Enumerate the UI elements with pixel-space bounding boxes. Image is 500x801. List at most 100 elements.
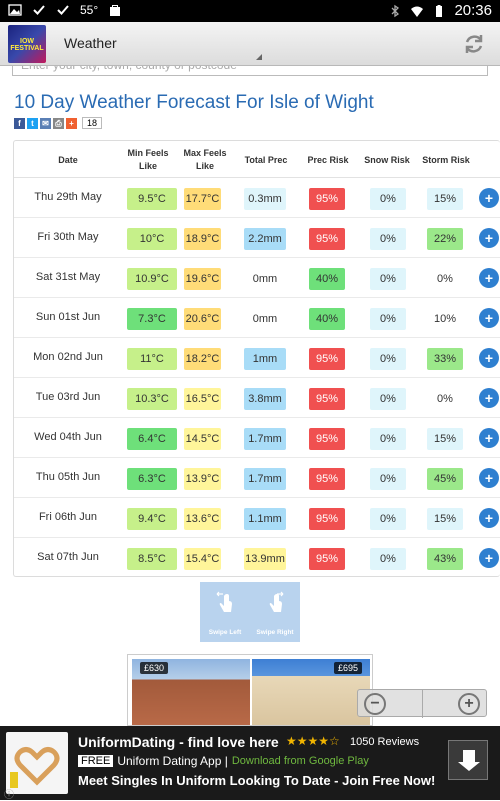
snow-risk: 0% — [370, 388, 406, 410]
add-share-icon[interactable]: + — [66, 117, 77, 129]
min-feels-like: 10.9°C — [127, 268, 177, 290]
expand-row-icon[interactable]: + — [479, 388, 499, 408]
review-count: 1050 Reviews — [350, 736, 420, 748]
swipe-right-hint: Swipe Right — [250, 582, 300, 642]
expand-row-icon[interactable]: + — [479, 348, 499, 368]
max-feels-like: 15.4°C — [184, 548, 221, 570]
table-row[interactable]: Wed 04th Jun 6.4°C 14.5°C 1.7mm 95% 0% 15% + — [14, 418, 500, 458]
prec-risk: 95% — [309, 548, 345, 570]
property-listings[interactable]: £630 £695 — [127, 654, 373, 726]
dropdown-indicator-icon[interactable] — [256, 54, 262, 60]
total-prec: 1.7mm — [244, 468, 286, 490]
snow-risk: 0% — [370, 348, 406, 370]
app-logo[interactable]: IOW FESTIVAL — [8, 25, 46, 63]
min-feels-like: 9.5°C — [127, 188, 177, 210]
ad-title[interactable]: UniformDating - find love here — [78, 734, 279, 750]
total-prec: 1.7mm — [244, 428, 286, 450]
swipe-left-label: Swipe Left — [208, 629, 242, 636]
total-prec: 1.1mm — [244, 508, 286, 530]
app-logo-text: IOW FESTIVAL — [10, 38, 44, 52]
search-input[interactable]: Enter your city, town, county or postcod… — [12, 66, 488, 76]
total-prec: 0mm — [244, 268, 286, 290]
storm-risk: 45% — [427, 468, 463, 490]
rating-stars: ★★★★☆ — [286, 734, 340, 748]
total-prec: 0mm — [244, 308, 286, 330]
zoom-in-icon[interactable]: + — [458, 693, 480, 715]
facebook-icon[interactable]: f — [14, 117, 25, 129]
swipe-left-hint: Swipe Left — [200, 582, 250, 642]
table-row[interactable]: Fri 06th Jun 9.4°C 13.6°C 1.1mm 95% 0% 15% + — [14, 498, 500, 538]
header-prec-risk: Prec Risk — [307, 155, 349, 165]
max-feels-like: 18.9°C — [184, 228, 221, 250]
row-date: Wed 04th Jun — [34, 431, 102, 443]
row-date: Fri 06th Jun — [38, 511, 98, 523]
ad-thumbnail[interactable] — [6, 732, 68, 794]
snow-risk: 0% — [370, 468, 406, 490]
storm-risk: 10% — [427, 308, 463, 330]
zoom-controls: − + — [357, 689, 487, 718]
expand-row-icon[interactable]: + — [479, 228, 499, 248]
expand-row-icon[interactable]: + — [479, 548, 499, 568]
prec-risk: 95% — [309, 468, 345, 490]
property-image[interactable]: £630 — [132, 659, 250, 725]
row-date: Sat 07th Jun — [37, 551, 99, 563]
refresh-icon[interactable] — [462, 32, 486, 56]
row-date: Sun 01st Jun — [35, 311, 101, 323]
battery-icon — [436, 4, 443, 17]
email-icon[interactable]: ✉ — [40, 117, 51, 129]
price-badge: £630 — [140, 662, 169, 674]
web-content[interactable]: Enter your city, town, county or postcod… — [0, 66, 500, 726]
download-arrow-icon — [463, 750, 475, 762]
zoom-out-icon[interactable]: − — [364, 693, 386, 715]
total-prec: 1mm — [244, 348, 286, 370]
zoom-divider — [422, 690, 423, 718]
status-temperature: 55° — [80, 3, 99, 17]
max-feels-like: 14.5°C — [184, 428, 221, 450]
expand-row-icon[interactable]: + — [479, 268, 499, 288]
print-icon[interactable]: ⎙ — [53, 117, 64, 129]
storm-risk: 0% — [427, 268, 463, 290]
google-play-link[interactable]: Download from Google Play — [232, 755, 369, 767]
swipe-hint[interactable]: Swipe Left Swipe Right — [200, 582, 300, 642]
expand-row-icon[interactable]: + — [479, 188, 499, 208]
expand-row-icon[interactable]: + — [479, 428, 499, 448]
max-feels-like: 20.6°C — [184, 308, 221, 330]
expand-row-icon[interactable]: + — [479, 468, 499, 488]
max-feels-like: 17.7°C — [184, 188, 221, 210]
table-row[interactable]: Thu 05th Jun 6.3°C 13.9°C 1.7mm 95% 0% 45% + — [14, 458, 500, 498]
free-badge: FREE — [78, 755, 114, 767]
table-row[interactable]: Tue 03rd Jun 10.3°C 16.5°C 3.8mm 95% 0% 0% + — [14, 378, 500, 418]
swipe-right-label: Swipe Right — [256, 629, 294, 636]
page-title: 10 Day Weather Forecast For Isle of Wigh… — [14, 92, 374, 113]
table-row[interactable]: Thu 29th May 9.5°C 17.7°C 0.3mm 95% 0% 15% + — [14, 178, 500, 218]
max-feels-like: 13.9°C — [184, 468, 221, 490]
header-max: Max Feels Like — [183, 148, 227, 171]
max-feels-like: 18.2°C — [184, 348, 221, 370]
app-title[interactable]: Weather — [64, 35, 117, 51]
table-row[interactable]: Fri 30th May 10°C 18.9°C 2.2mm 95% 0% 22% + — [14, 218, 500, 258]
prec-risk: 95% — [309, 348, 345, 370]
prec-risk: 95% — [309, 508, 345, 530]
table-row[interactable]: Mon 02nd Jun 11°C 18.2°C 1mm 95% 0% 33% + — [14, 338, 500, 378]
expand-row-icon[interactable]: + — [479, 308, 499, 328]
min-feels-like: 6.3°C — [127, 468, 177, 490]
header-date: Date — [58, 155, 78, 165]
storm-risk: 33% — [427, 348, 463, 370]
check-icon — [57, 5, 69, 15]
expand-row-icon[interactable]: + — [479, 508, 499, 528]
row-date: Sat 31st May — [35, 271, 101, 283]
storm-risk: 43% — [427, 548, 463, 570]
header-storm-risk: Storm Risk — [422, 155, 470, 165]
table-row[interactable]: Sat 31st May 10.9°C 19.6°C 0mm 40% 0% 0% + — [14, 258, 500, 298]
total-prec: 0.3mm — [244, 188, 286, 210]
max-feels-like: 16.5°C — [184, 388, 221, 410]
table-row[interactable]: Sat 07th Jun 8.5°C 15.4°C 13.9mm 95% 0% 43% + — [14, 538, 500, 576]
ad-banner[interactable]: UniformDating - find love here ★★★★☆ 105… — [0, 726, 500, 800]
info-icon[interactable]: ⓘ — [4, 786, 14, 801]
snow-risk: 0% — [370, 508, 406, 530]
download-button[interactable] — [448, 740, 488, 780]
share-count: 18 — [82, 117, 103, 129]
property-image[interactable]: £695 — [252, 659, 370, 725]
table-row[interactable]: Sun 01st Jun 7.3°C 20.6°C 0mm 40% 0% 10% + — [14, 298, 500, 338]
twitter-icon[interactable]: t — [27, 117, 38, 129]
